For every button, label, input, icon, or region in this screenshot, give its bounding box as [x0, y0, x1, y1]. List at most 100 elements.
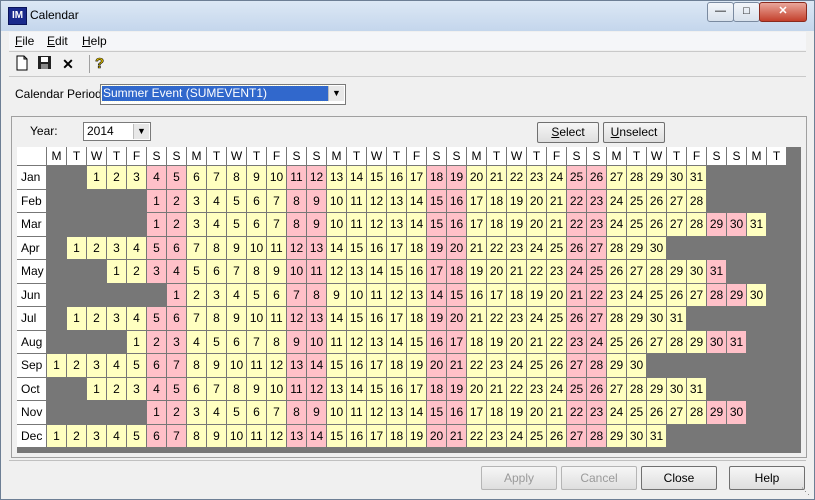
day-cell[interactable]: 9 — [267, 260, 287, 284]
day-cell[interactable]: 23 — [507, 307, 527, 331]
day-cell[interactable]: 2 — [167, 189, 187, 213]
day-cell[interactable]: 16 — [447, 189, 467, 213]
day-cell[interactable]: 9 — [307, 213, 327, 237]
day-cell[interactable]: 29 — [707, 401, 727, 425]
day-cell[interactable]: 17 — [367, 354, 387, 378]
day-cell[interactable]: 25 — [627, 189, 647, 213]
day-cell[interactable]: 14 — [347, 166, 367, 190]
day-cell[interactable]: 19 — [527, 283, 547, 307]
day-cell[interactable]: 31 — [747, 213, 767, 237]
day-cell[interactable]: 28 — [707, 283, 727, 307]
day-cell[interactable]: 13 — [287, 354, 307, 378]
day-cell[interactable]: 1 — [167, 283, 187, 307]
day-cell[interactable]: 16 — [367, 236, 387, 260]
day-cell[interactable]: 19 — [407, 424, 427, 448]
day-cell[interactable]: 2 — [107, 166, 127, 190]
day-cell[interactable]: 16 — [447, 401, 467, 425]
day-cell[interactable]: 28 — [607, 236, 627, 260]
day-cell[interactable]: 29 — [647, 377, 667, 401]
day-cell[interactable]: 2 — [187, 283, 207, 307]
day-cell[interactable]: 10 — [267, 166, 287, 190]
day-cell[interactable]: 18 — [487, 401, 507, 425]
day-cell[interactable]: 11 — [307, 260, 327, 284]
day-cell[interactable]: 7 — [187, 236, 207, 260]
day-cell[interactable]: 13 — [327, 166, 347, 190]
day-cell[interactable]: 15 — [347, 307, 367, 331]
day-cell[interactable]: 26 — [647, 213, 667, 237]
day-cell[interactable]: 13 — [327, 377, 347, 401]
day-cell[interactable]: 18 — [407, 307, 427, 331]
day-cell[interactable]: 15 — [367, 166, 387, 190]
day-cell[interactable]: 6 — [147, 354, 167, 378]
day-cell[interactable]: 9 — [227, 307, 247, 331]
save-icon[interactable] — [35, 55, 53, 73]
day-cell[interactable]: 1 — [87, 377, 107, 401]
day-cell[interactable]: 17 — [407, 377, 427, 401]
day-cell[interactable]: 4 — [227, 283, 247, 307]
day-cell[interactable]: 26 — [607, 260, 627, 284]
day-cell[interactable]: 27 — [607, 166, 627, 190]
day-cell[interactable]: 25 — [607, 330, 627, 354]
day-cell[interactable]: 30 — [627, 354, 647, 378]
day-cell[interactable]: 14 — [407, 213, 427, 237]
day-cell[interactable]: 17 — [407, 166, 427, 190]
day-cell[interactable]: 9 — [207, 354, 227, 378]
day-cell[interactable]: 24 — [507, 424, 527, 448]
day-cell[interactable]: 5 — [207, 330, 227, 354]
day-cell[interactable]: 5 — [147, 236, 167, 260]
day-cell[interactable]: 9 — [327, 283, 347, 307]
day-cell[interactable]: 11 — [367, 283, 387, 307]
chevron-down-icon[interactable]: ▼ — [328, 86, 344, 101]
day-cell[interactable]: 7 — [267, 213, 287, 237]
day-cell[interactable]: 4 — [107, 354, 127, 378]
day-cell[interactable]: 18 — [427, 377, 447, 401]
day-cell[interactable]: 28 — [647, 260, 667, 284]
day-cell[interactable]: 31 — [647, 424, 667, 448]
day-cell[interactable]: 4 — [207, 189, 227, 213]
day-cell[interactable]: 10 — [287, 260, 307, 284]
day-cell[interactable]: 12 — [267, 354, 287, 378]
day-cell[interactable]: 11 — [267, 307, 287, 331]
day-cell[interactable]: 17 — [467, 401, 487, 425]
day-cell[interactable]: 3 — [187, 213, 207, 237]
day-cell[interactable]: 16 — [387, 377, 407, 401]
day-cell[interactable]: 6 — [167, 236, 187, 260]
day-cell[interactable]: 14 — [307, 424, 327, 448]
day-cell[interactable]: 5 — [127, 354, 147, 378]
day-cell[interactable]: 23 — [547, 260, 567, 284]
day-cell[interactable]: 27 — [607, 377, 627, 401]
day-cell[interactable]: 16 — [467, 283, 487, 307]
day-cell[interactable]: 4 — [207, 213, 227, 237]
day-cell[interactable]: 26 — [667, 283, 687, 307]
day-cell[interactable]: 24 — [627, 283, 647, 307]
day-cell[interactable]: 4 — [147, 166, 167, 190]
day-cell[interactable]: 3 — [167, 330, 187, 354]
day-cell[interactable]: 30 — [647, 307, 667, 331]
day-cell[interactable]: 17 — [467, 189, 487, 213]
day-cell[interactable]: 27 — [587, 307, 607, 331]
day-cell[interactable]: 7 — [267, 189, 287, 213]
day-cell[interactable]: 9 — [247, 377, 267, 401]
day-cell[interactable]: 8 — [187, 424, 207, 448]
day-cell[interactable]: 7 — [267, 401, 287, 425]
day-cell[interactable]: 19 — [487, 330, 507, 354]
chevron-down-icon[interactable]: ▼ — [133, 124, 149, 139]
day-cell[interactable]: 20 — [487, 260, 507, 284]
day-cell[interactable]: 17 — [387, 307, 407, 331]
day-cell[interactable]: 30 — [627, 424, 647, 448]
day-cell[interactable]: 22 — [507, 377, 527, 401]
day-cell[interactable]: 1 — [87, 166, 107, 190]
day-cell[interactable]: 15 — [427, 189, 447, 213]
day-cell[interactable]: 11 — [287, 166, 307, 190]
day-cell[interactable]: 30 — [747, 283, 767, 307]
day-cell[interactable]: 4 — [147, 377, 167, 401]
day-cell[interactable]: 12 — [367, 189, 387, 213]
day-cell[interactable]: 18 — [427, 166, 447, 190]
unselect-button[interactable]: Unselect — [603, 122, 665, 143]
day-cell[interactable]: 25 — [547, 236, 567, 260]
day-cell[interactable]: 2 — [167, 401, 187, 425]
day-cell[interactable]: 15 — [387, 260, 407, 284]
day-cell[interactable]: 15 — [327, 424, 347, 448]
day-cell[interactable]: 24 — [607, 401, 627, 425]
day-cell[interactable]: 21 — [507, 260, 527, 284]
